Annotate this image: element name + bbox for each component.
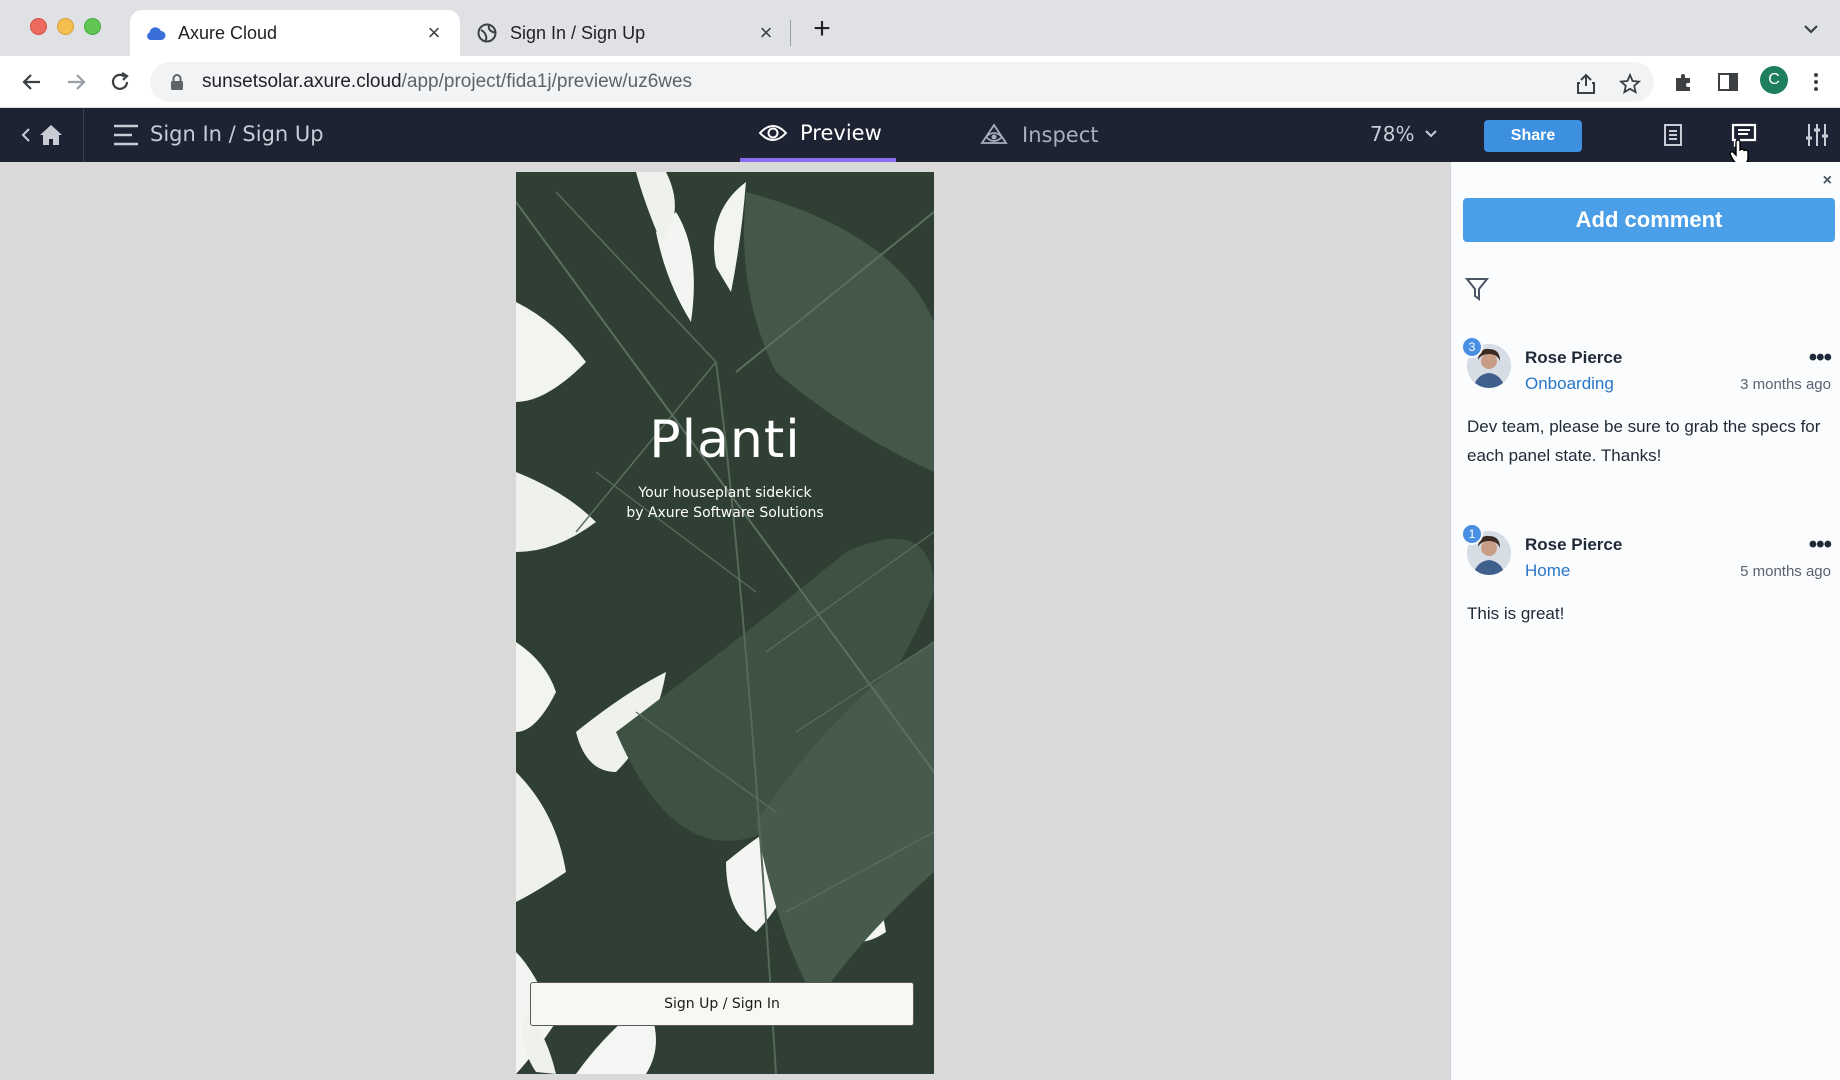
new-tab-plus-icon[interactable]: + (806, 14, 838, 46)
browser-tab-sign-in[interactable]: Sign In / Sign Up × (462, 10, 792, 56)
close-panel-icon[interactable]: × (1823, 172, 1832, 190)
tagline-line2: by Axure Software Solutions (626, 505, 824, 521)
profile-avatar[interactable]: C (1760, 66, 1788, 94)
tab-title: Axure Cloud (178, 22, 278, 43)
monstera-leaf-illustration (516, 172, 934, 1074)
tab-preview-label: Preview (800, 121, 882, 145)
comment-text: This is great! (1467, 604, 1565, 623)
browser-menu-kebab-icon[interactable] (1804, 70, 1828, 94)
comment-page-link[interactable]: Home (1525, 561, 1570, 581)
window-close-button[interactable] (30, 18, 47, 35)
chevron-down-icon (1425, 130, 1438, 138)
tagline-line1: Your houseplant sidekick (638, 485, 812, 501)
browser-tab-axure-cloud[interactable]: Axure Cloud × (130, 10, 460, 56)
back-arrow-icon[interactable] (18, 68, 46, 96)
brand-title: Planti (649, 410, 801, 470)
back-home-button[interactable] (0, 108, 84, 162)
comment-text: Dev team, please be sure to grab the spe… (1467, 417, 1821, 465)
url-host: sunsetsolar.axure.cloud (202, 71, 402, 92)
forward-arrow-icon[interactable] (62, 68, 90, 96)
cloud-icon (144, 22, 166, 44)
comment-page-link[interactable]: Onboarding (1525, 374, 1614, 394)
sign-up-sign-in-button[interactable]: Sign Up / Sign In (530, 982, 914, 1026)
window-minimize-button[interactable] (57, 18, 74, 35)
tab-inspect[interactable]: Inspect (980, 108, 1098, 162)
tab-search-chevron-icon[interactable] (1800, 18, 1822, 40)
window-zoom-button[interactable] (84, 18, 101, 35)
tab-preview[interactable]: Preview (740, 108, 896, 162)
tab-close-icon[interactable]: × (422, 22, 446, 44)
url-path: /app/project/fida1j/preview/uz6wes (401, 71, 693, 92)
tab-close-icon[interactable]: × (754, 22, 778, 44)
tab-divider (790, 20, 791, 46)
eye-icon (758, 125, 788, 141)
browser-toolbar: sunsetsolar.axure.cloud/app/project/fida… (0, 56, 1840, 108)
comment-author: Rose Pierce (1525, 348, 1623, 367)
zoom-value: 78% (1370, 122, 1415, 146)
inspect-icon (980, 123, 1008, 144)
comments-panel: × Add comment 3 Rose Pierce Onboarding 3… (1450, 162, 1840, 1080)
side-panel-icon[interactable] (1716, 70, 1740, 94)
home-icon (39, 125, 62, 145)
comment-author: Rose Pierce (1525, 535, 1623, 554)
tab-inspect-label: Inspect (1022, 123, 1099, 147)
browser-tab-bar: Axure Cloud × Sign In / Sign Up × + (0, 0, 1840, 56)
lock-icon (170, 74, 186, 90)
share-page-icon[interactable] (1574, 72, 1598, 96)
tab-title: Sign In / Sign Up (510, 22, 646, 43)
preview-canvas: Planti Your houseplant sidekick by Axure… (0, 162, 1450, 1080)
reload-icon[interactable] (106, 68, 134, 96)
notes-document-icon[interactable] (1660, 122, 1686, 148)
comment-timestamp: 5 months ago (1740, 563, 1831, 580)
comment-count-badge: 1 (1461, 523, 1483, 545)
chevron-left-icon (21, 128, 30, 142)
prototype-screen: Planti Your houseplant sidekick by Axure… (516, 172, 934, 1074)
axure-header: Sign In / Sign Up Preview Inspect 78% Sh… (0, 108, 1840, 162)
globe-icon (476, 22, 498, 44)
hamburger-menu-icon[interactable] (112, 122, 140, 148)
bookmark-star-icon[interactable] (1618, 72, 1642, 96)
address-bar[interactable]: sunsetsolar.axure.cloud/app/project/fida… (150, 62, 1654, 102)
page-title[interactable]: Sign In / Sign Up (150, 122, 324, 146)
comment-count-badge: 3 (1461, 336, 1483, 358)
add-comment-button[interactable]: Add comment (1463, 198, 1835, 242)
share-button[interactable]: Share (1484, 120, 1582, 152)
more-options-icon[interactable]: ••• (1809, 531, 1832, 559)
more-options-icon[interactable]: ••• (1809, 344, 1832, 372)
zoom-dropdown[interactable]: 78% (1370, 122, 1438, 146)
extensions-puzzle-icon[interactable] (1672, 70, 1696, 94)
comment-timestamp: 3 months ago (1740, 376, 1831, 393)
adjustments-sliders-icon[interactable] (1804, 122, 1830, 148)
filter-funnel-icon[interactable] (1464, 276, 1490, 302)
